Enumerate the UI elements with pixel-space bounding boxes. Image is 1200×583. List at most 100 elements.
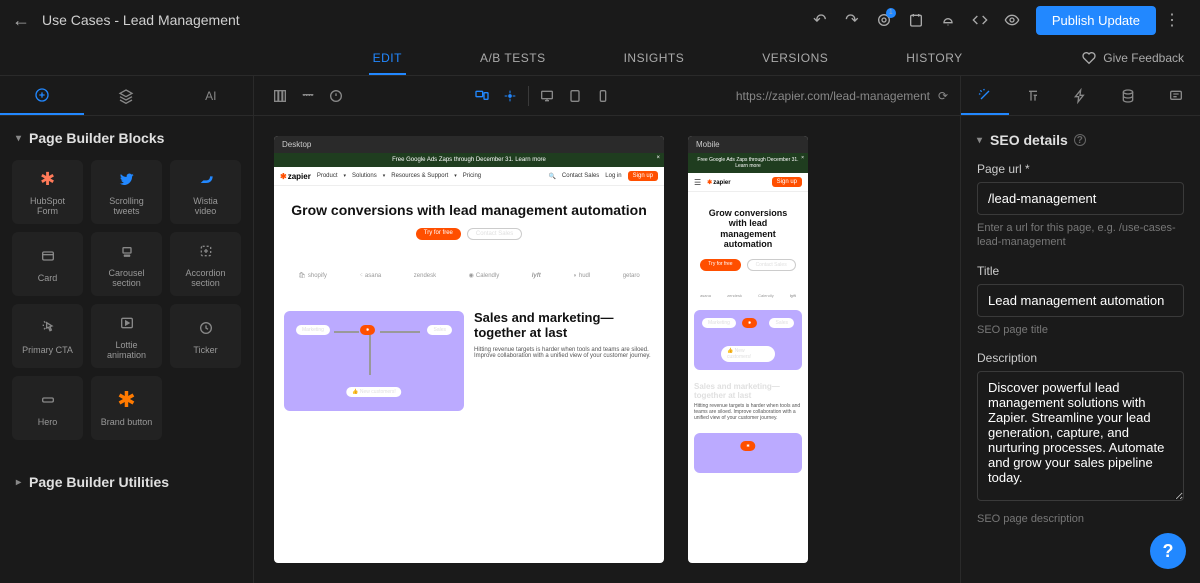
zapier-logo: zapier [280,172,311,181]
section2-headline: Sales and marketing—together at last [474,311,654,341]
block-brand-button[interactable]: ✱Brand button [91,376,162,440]
hero-icon [40,388,56,412]
right-tab-chat[interactable] [1152,76,1200,115]
block-carousel-section[interactable]: Carouselsection [91,232,162,296]
block-primary-cta[interactable]: Primary CTA [12,304,83,368]
multi-device-icon[interactable] [468,82,496,110]
hero-secondary-btn: Contact Sales [467,228,522,240]
left-tab-add[interactable] [0,76,84,115]
close-icon[interactable]: × [801,155,804,161]
title-label: Title [977,264,1184,278]
tablet-icon[interactable] [561,82,589,110]
columns-icon[interactable] [266,82,294,110]
card-icon [40,244,56,268]
right-tab-data[interactable] [1104,76,1152,115]
page-title: Use Cases - Lead Management [42,12,240,28]
preview-icon[interactable] [998,6,1026,34]
canvas: https://zapier.com/lead-management ⟳ Des… [254,76,960,583]
ticker-icon [198,316,214,340]
logo-calendly: ◉ Calendly [469,272,500,279]
right-tab-text[interactable] [1009,76,1057,115]
section-sales-marketing: Marketing ✱ Sales 👍 New customers! Sales… [274,299,664,423]
block-lottie-animation[interactable]: Lottieanimation [91,304,162,368]
section-header-utilities[interactable]: ▸ Page Builder Utilities [0,460,253,504]
description-input[interactable] [977,371,1184,501]
cta-icon [40,316,56,340]
preview-header-desktop: Desktop [274,136,664,153]
hero-section: Grow conversions with lead management au… [274,186,664,256]
info-icon[interactable]: ? [1074,134,1086,146]
page-url-label: Page url * [977,162,1184,176]
undo-icon[interactable]: ↶ [806,6,834,34]
redo-icon[interactable]: ↷ [838,6,866,34]
block-wistia-video[interactable]: Wistiavideo [170,160,241,224]
close-icon[interactable]: × [656,155,660,161]
give-feedback-button[interactable]: Give Feedback [1081,50,1184,66]
logo-lyft: lyft [532,272,541,279]
logo-hudl: ◗ hudl [573,272,590,279]
tab-insights[interactable]: INSIGHTS [620,41,689,75]
kebab-menu-icon[interactable]: ⋮ [1158,6,1186,34]
tab-history[interactable]: HISTORY [902,41,966,75]
right-tab-bolt[interactable] [1057,76,1105,115]
tab-ab-tests[interactable]: A/B TESTS [476,41,550,75]
tab-versions[interactable]: VERSIONS [758,41,832,75]
block-ticker[interactable]: Ticker [170,304,241,368]
block-accordion-section[interactable]: Accordionsection [170,232,241,296]
logo-shopify: 🛍 shopify [298,272,327,279]
block-hubspot-form[interactable]: ✱HubSpotForm [12,160,83,224]
carousel-icon [119,239,135,263]
dial-icon[interactable] [322,82,350,110]
top-bar: ← Use Cases - Lead Management ↶ ↷ 1 Publ… [0,0,1200,40]
target-icon[interactable]: 1 [870,6,898,34]
description-label: Description [977,351,1184,365]
code-icon[interactable] [966,6,994,34]
logo-zendesk: zendesk [414,272,436,279]
page-url-input[interactable] [977,182,1184,215]
back-arrow-icon[interactable]: ← [12,10,30,31]
preview-desktop[interactable]: Desktop Free Google Ads Zaps through Dec… [274,136,664,563]
preview-header-mobile: Mobile [688,136,808,153]
chevron-down-icon: ▾ [977,135,982,146]
bell-icon[interactable] [934,6,962,34]
right-tab-wand[interactable] [961,76,1009,115]
wistia-icon [198,167,214,191]
twitter-icon [119,167,135,191]
promo-bar: Free Google Ads Zaps through December 31… [274,153,664,167]
mobile-icon[interactable] [589,82,617,110]
calendar-icon[interactable] [902,6,930,34]
ruler-icon[interactable] [294,82,322,110]
block-card[interactable]: Card [12,232,83,296]
block-hero[interactable]: Hero [12,376,83,440]
accordion-icon [198,239,214,263]
canvas-toolbar: https://zapier.com/lead-management ⟳ [254,76,960,116]
title-hint: SEO page title [977,323,1184,337]
section-header-blocks[interactable]: ▾ Page Builder Blocks [0,116,253,160]
chevron-right-icon: ▸ [16,477,21,488]
logo-strip: 🛍 shopify ⁖ asana zendesk ◉ Calendly lyf… [274,256,664,299]
page-url-display: https://zapier.com/lead-management [736,89,930,103]
preview-mobile[interactable]: Mobile Free Google Ads Zaps through Dece… [688,136,808,563]
logo-asana: ⁖ asana [359,272,381,279]
title-input[interactable] [977,284,1184,317]
crosshair-icon[interactable] [496,82,524,110]
section2-body: Hitting revenue targets is harder when t… [474,347,654,359]
block-scrolling-tweets[interactable]: Scrollingtweets [91,160,162,224]
main-tabs: EDIT A/B TESTS INSIGHTS VERSIONS HISTORY… [0,40,1200,76]
seo-header: ▾ SEO details ? [977,132,1184,148]
left-tab-ai[interactable]: AI [169,76,253,115]
page-url-hint: Enter a url for this page, e.g. /use-cas… [977,221,1184,250]
signup-button: Sign up [628,171,658,181]
publish-button[interactable]: Publish Update [1036,6,1156,35]
help-button[interactable]: ? [1150,533,1186,569]
desktop-icon[interactable] [533,82,561,110]
refresh-icon[interactable]: ⟳ [938,89,948,103]
brand-icon: ✱ [117,388,135,412]
description-hint: SEO page description [977,512,1184,526]
tab-edit[interactable]: EDIT [369,41,406,75]
hero-headline: Grow conversions with lead management au… [286,202,652,218]
left-tab-layers[interactable] [84,76,168,115]
hubspot-icon: ✱ [40,167,55,191]
site-nav-mobile: ☰ zapier Sign up [688,173,808,192]
lottie-icon [119,311,135,335]
